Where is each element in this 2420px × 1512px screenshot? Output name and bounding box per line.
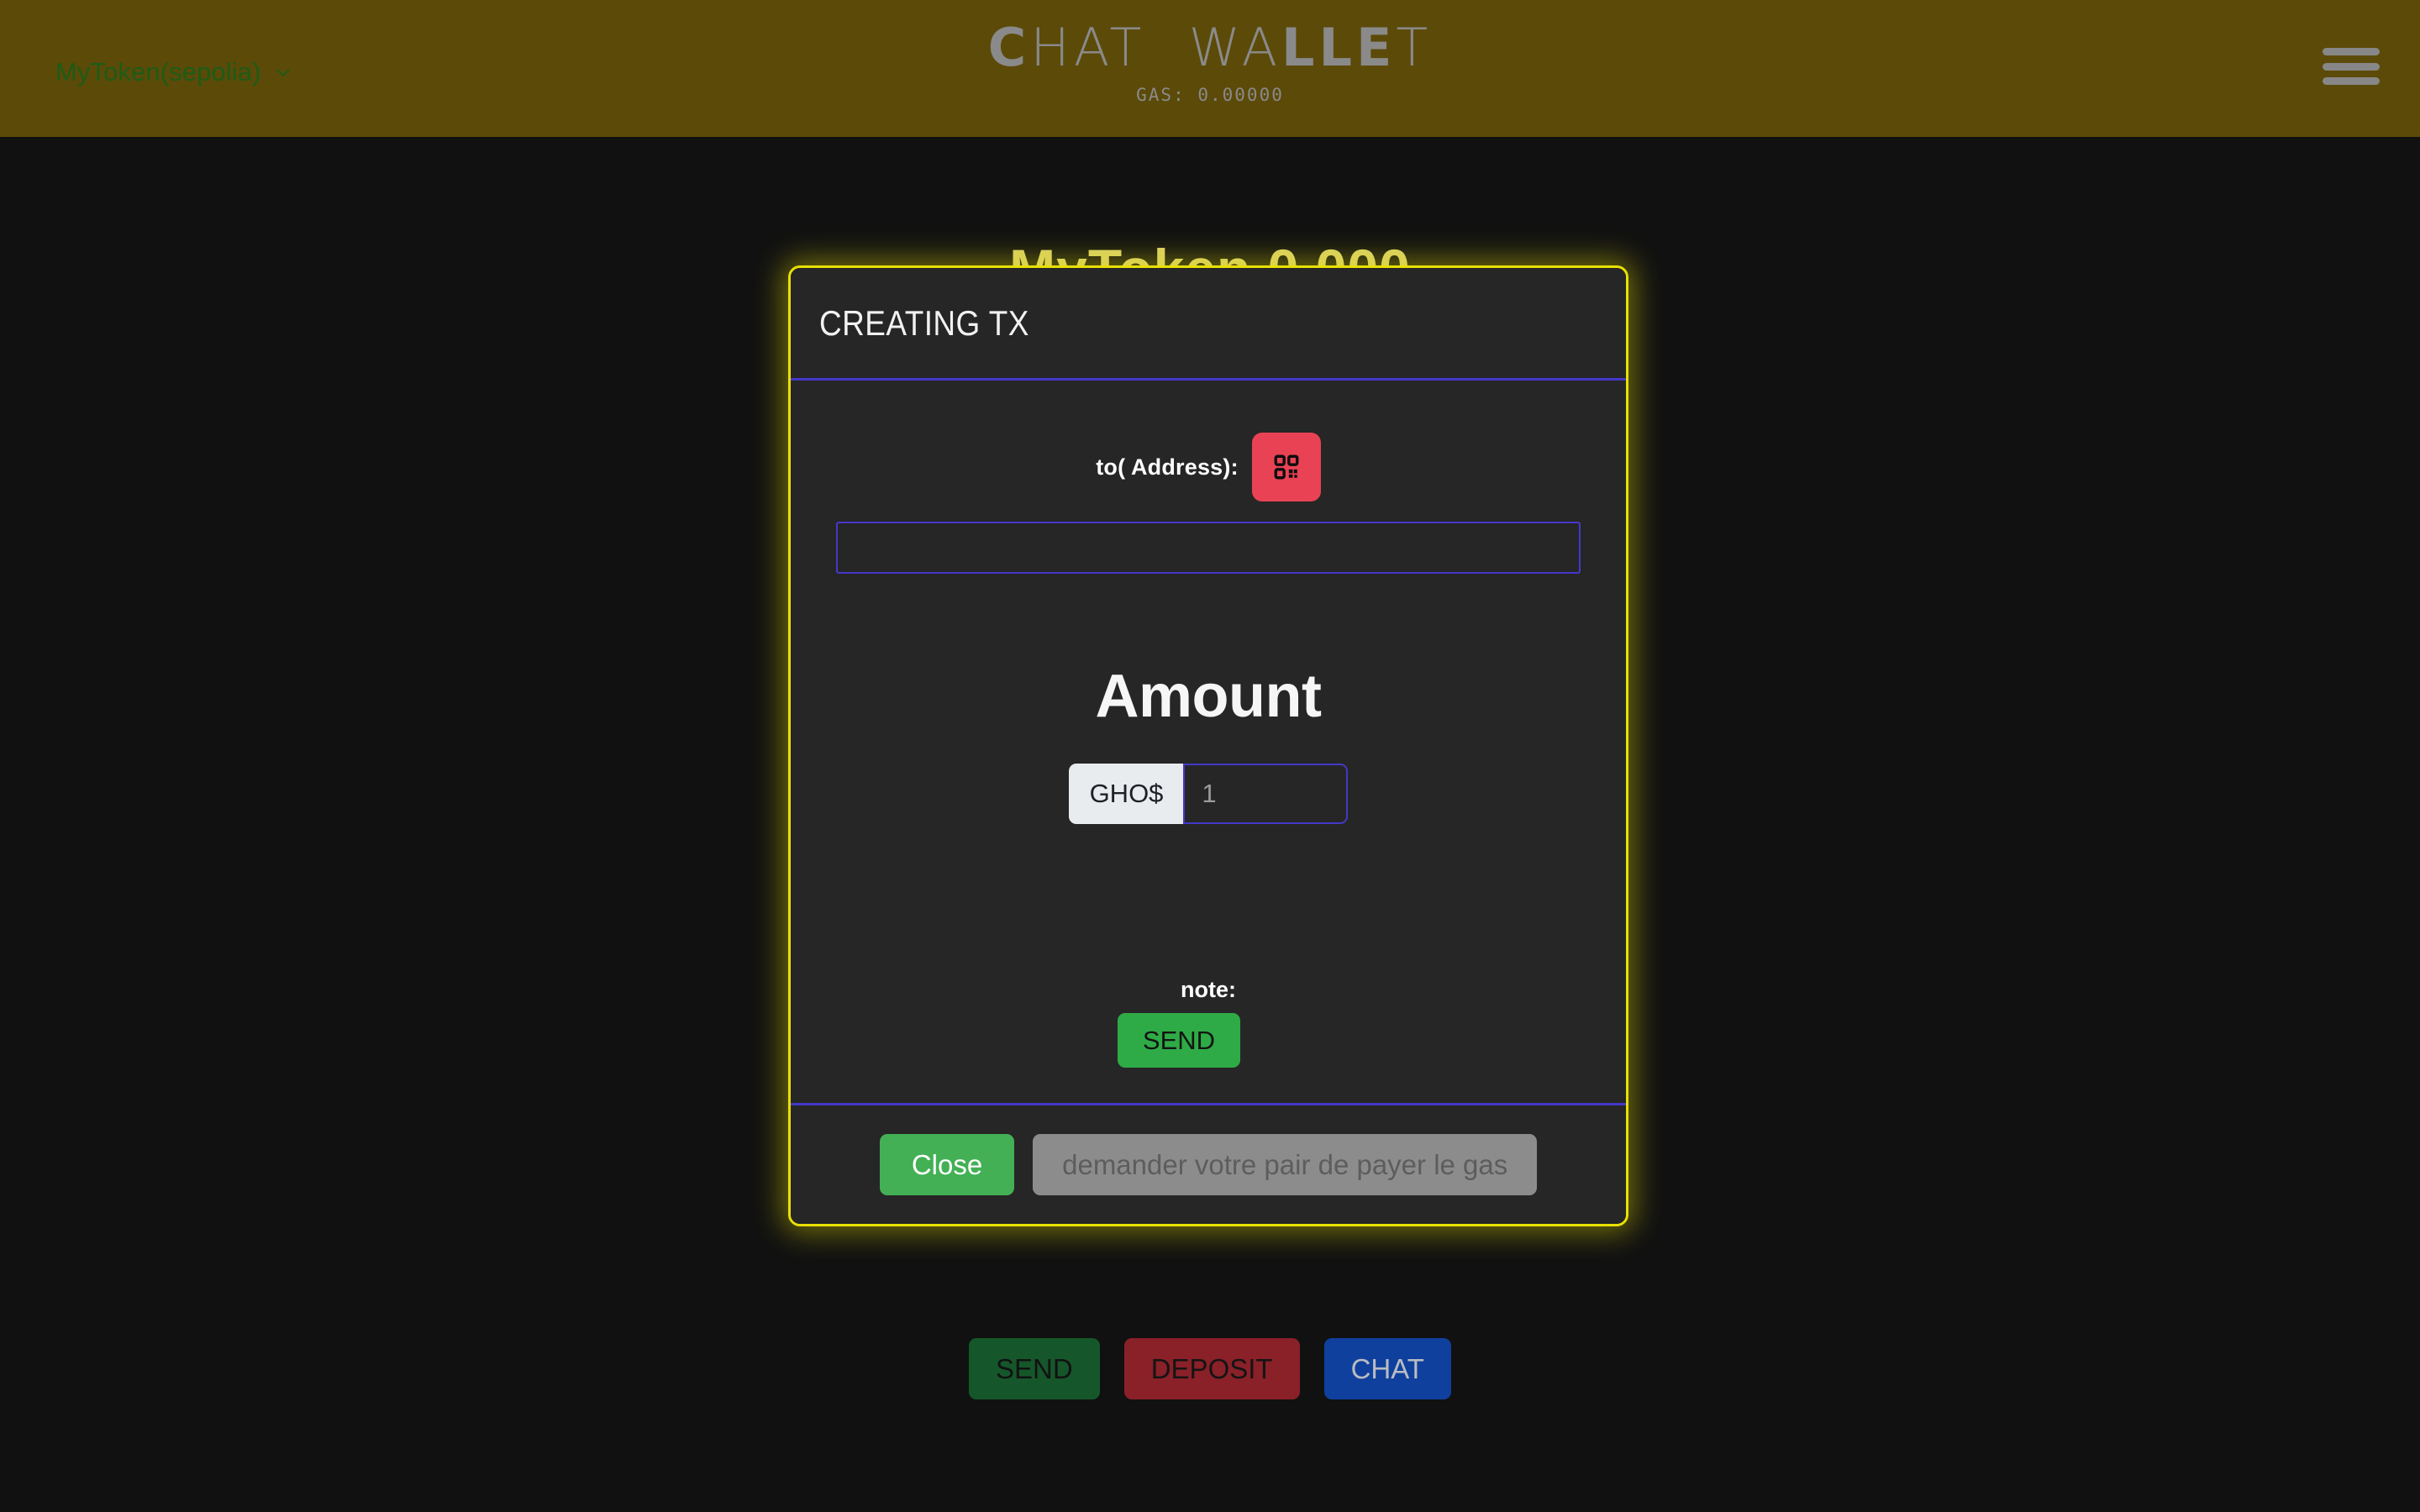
note-label: note: xyxy=(1181,977,1236,1002)
address-row: to( Address): xyxy=(833,433,1584,501)
request-gas-payment-button[interactable]: demander votre pair de payer le gas xyxy=(1033,1134,1538,1195)
brand-block: CHAT WALLET GAS: 0.00000 xyxy=(0,17,2420,106)
app-header: MyToken(sepolia) CHAT WALLET GAS: 0.0000… xyxy=(0,0,2420,137)
qr-code-scan-icon[interactable] xyxy=(1251,433,1321,501)
amount-heading: Amount xyxy=(1095,663,1322,730)
modal-body: to( Address): Amount GHO$ note: SE xyxy=(791,381,1626,1103)
close-button[interactable]: Close xyxy=(879,1134,1015,1195)
address-input[interactable] xyxy=(836,522,1581,574)
chevron-down-icon xyxy=(273,62,293,82)
chat-button[interactable]: CHAT xyxy=(1323,1338,1451,1399)
gas-readout: GAS: 0.00000 xyxy=(1136,85,1284,105)
address-label: to( Address): xyxy=(1096,454,1239,480)
app-logo: CHAT WALLET xyxy=(987,17,1433,78)
send-row: SEND xyxy=(833,1013,1584,1068)
network-selector[interactable]: MyToken(sepolia) xyxy=(55,59,293,85)
modal-title: CREATING TX xyxy=(819,302,1029,343)
bottom-action-bar: SEND DEPOSIT CHAT xyxy=(0,1338,2420,1399)
amount-input-group: GHO$ xyxy=(833,764,1584,824)
menu-bar xyxy=(2323,48,2380,55)
send-tx-button[interactable]: SEND xyxy=(1117,1013,1241,1068)
creating-tx-modal: CREATING TX to( Address): Amount GHO$ 1 … xyxy=(788,265,1628,1226)
deposit-button[interactable]: DEPOSIT xyxy=(1123,1338,1300,1399)
menu-bar xyxy=(2323,77,2380,85)
modal-footer: Close demander votre pair de payer le ga… xyxy=(791,1103,1626,1224)
currency-addon: GHO$ xyxy=(1068,764,1184,824)
amount-input[interactable] xyxy=(1183,764,1349,824)
send-button[interactable]: SEND xyxy=(969,1338,1100,1399)
modal-header: CREATING TX xyxy=(791,268,1626,381)
hamburger-menu-icon[interactable] xyxy=(2323,40,2380,92)
menu-bar xyxy=(2323,62,2380,71)
network-label: MyToken(sepolia) xyxy=(55,57,261,87)
